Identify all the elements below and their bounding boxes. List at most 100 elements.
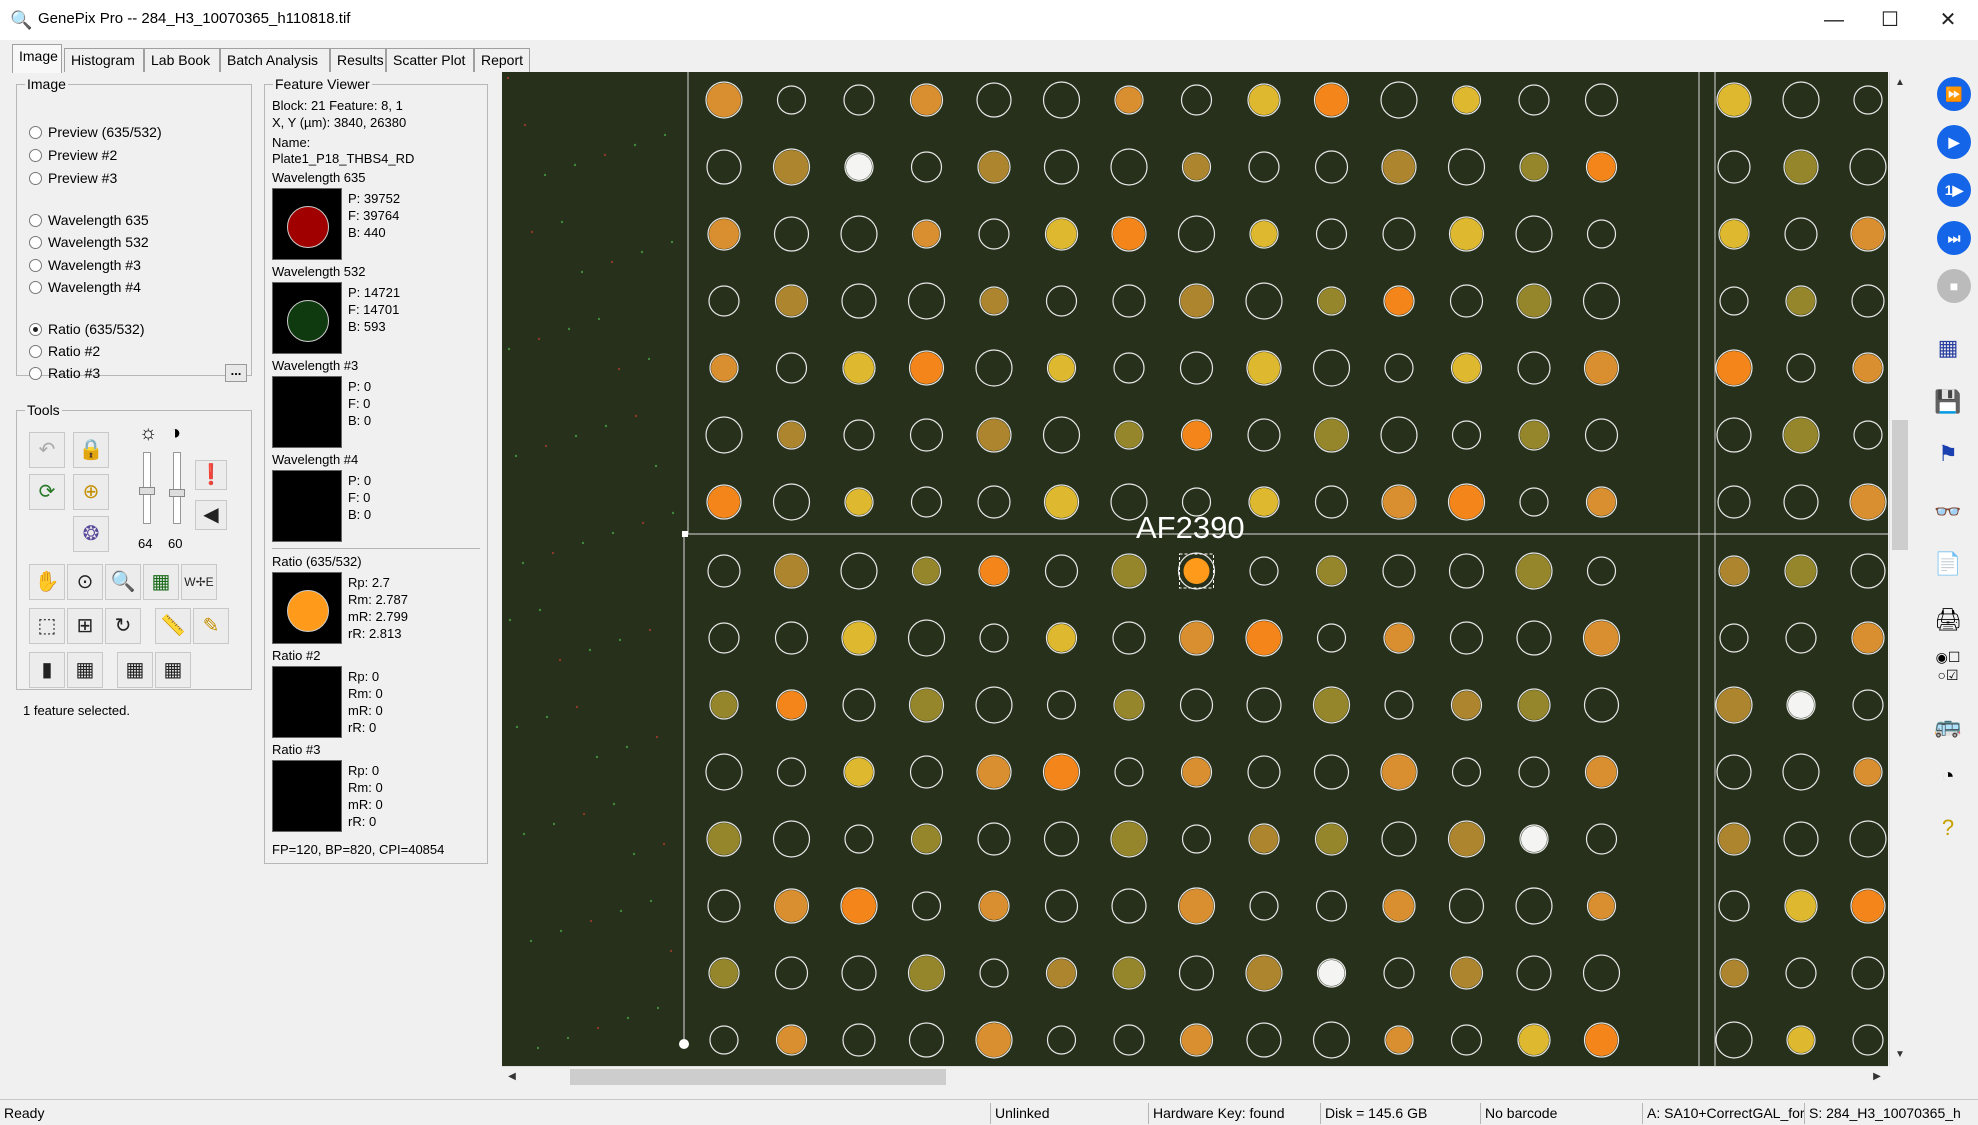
feature-indicator	[977, 822, 1011, 856]
hardware-icon[interactable]: 🚌	[1926, 704, 1970, 748]
radio-preview-2[interactable]: Preview #2	[29, 145, 117, 165]
speckle	[612, 802, 616, 806]
feature-indicator	[910, 151, 943, 183]
tab-results[interactable]: Results	[330, 48, 386, 72]
block-grid-add-icon[interactable]: ▦	[117, 652, 153, 688]
tab-histogram[interactable]: Histogram	[64, 48, 144, 72]
grid-calc-icon[interactable]: ▦	[143, 564, 179, 600]
vertical-scrollbar[interactable]: ▲ ▼	[1889, 72, 1909, 1066]
minimize-button[interactable]: —	[1806, 0, 1862, 40]
arrow-left-icon[interactable]: ◀	[195, 500, 227, 530]
rotate-icon[interactable]: ⟳	[29, 474, 65, 510]
tab-lab-book[interactable]: Lab Book	[144, 48, 220, 72]
hand-icon[interactable]: ✋	[29, 564, 65, 600]
status-link: Unlinked	[990, 1103, 1148, 1124]
feature-indicator	[1849, 148, 1887, 186]
tab-scatter-plot[interactable]: Scatter Plot	[386, 48, 474, 72]
block-grid-edit-icon[interactable]: ▦	[155, 652, 191, 688]
scroll-down-arrow[interactable]: ▼	[1891, 1046, 1909, 1064]
radio-preview-635-532[interactable]: Preview (635/532)	[29, 122, 162, 142]
rotate-select-icon[interactable]: ↻	[105, 608, 141, 644]
block-single-icon[interactable]: ▮	[29, 652, 65, 688]
radio-ratio-635-532[interactable]: Ratio (635/532)	[29, 319, 145, 339]
spot-grid[interactable]	[502, 72, 1888, 1066]
compass-icon[interactable]: W✢E	[181, 564, 217, 600]
lock-icon[interactable]: 🔒	[73, 432, 109, 468]
spot	[1047, 624, 1076, 652]
stop-icon[interactable]: ■	[1926, 264, 1971, 308]
speckle	[552, 822, 556, 826]
undo-icon[interactable]: ↶	[29, 432, 65, 468]
binoculars-icon[interactable]: 👓	[1926, 490, 1970, 534]
radio-wavelength-532[interactable]: Wavelength 532	[29, 232, 149, 252]
scroll-right-arrow[interactable]: ▶	[1868, 1068, 1886, 1086]
section-title: Wavelength 635	[272, 170, 366, 185]
gauge-icon[interactable]: ◔	[1926, 754, 1970, 798]
feature-indicator	[978, 218, 1010, 250]
magnifier-icon[interactable]: 🔍	[105, 564, 141, 600]
palette-icon[interactable]: ❂	[73, 516, 109, 552]
tab-image[interactable]: Image	[12, 44, 62, 73]
radio-ratio-2[interactable]: Ratio #2	[29, 341, 100, 361]
radio-preview-3[interactable]: Preview #3	[29, 168, 117, 188]
speckle	[582, 812, 586, 816]
spot	[1250, 825, 1278, 853]
speckle	[611, 531, 615, 535]
horizontal-scroll-thumb[interactable]	[570, 1069, 946, 1085]
radio-wavelength-635[interactable]: Wavelength 635	[29, 210, 149, 230]
brightness-slider[interactable]	[139, 452, 155, 524]
help-icon[interactable]: ?	[1926, 806, 1970, 850]
slider-knob[interactable]	[139, 487, 155, 495]
microarray-image[interactable]: AF2390	[502, 72, 1888, 1066]
horizontal-scrollbar[interactable]: ◀ ▶	[502, 1066, 1888, 1086]
spot	[1113, 555, 1145, 587]
select-pointer-icon[interactable]: ⬚	[29, 608, 65, 644]
radio-wavelength-3[interactable]: Wavelength #3	[29, 255, 141, 275]
tab-batch-analysis[interactable]: Batch Analysis	[220, 48, 330, 72]
radio-wavelength-4[interactable]: Wavelength #4	[29, 277, 141, 297]
pencil-icon[interactable]: ✎	[193, 608, 229, 644]
speckle	[595, 755, 599, 759]
spot	[710, 959, 738, 987]
speckle	[574, 434, 578, 438]
slider-knob[interactable]	[169, 489, 185, 497]
speckle	[538, 608, 542, 612]
radio-label: Preview #2	[48, 147, 118, 163]
scanner-icon[interactable]: 🖨	[1926, 598, 1970, 642]
close-button[interactable]: ✕	[1920, 0, 1976, 40]
exclamation-icon[interactable]: ❗	[195, 460, 227, 490]
play-icon[interactable]: ▶	[1926, 120, 1971, 164]
speckle	[632, 852, 636, 856]
tab-report[interactable]: Report	[474, 48, 530, 72]
section-title: Wavelength #4	[272, 452, 359, 467]
vertical-scroll-thumb[interactable]	[1892, 420, 1908, 550]
radio-check-icon[interactable]: ◉☐ ○☑	[1926, 648, 1970, 692]
scroll-left-arrow[interactable]: ◀	[503, 1068, 521, 1086]
spot	[1179, 889, 1214, 923]
scroll-up-arrow[interactable]: ▲	[1891, 74, 1909, 92]
radio-ratio-3[interactable]: Ratio #3	[29, 363, 100, 383]
fast-forward-icon[interactable]: ⏩	[1926, 72, 1971, 116]
feature-indicator	[910, 486, 943, 518]
step-icon[interactable]: 1▶	[1926, 168, 1971, 212]
right-toolbar: ⏩ ▶ 1▶ ⏭ ■ ▦ 💾 ⚑ 👓 📄 🖨 ◉☐ ○☑ 🚌 ◔ ?	[1918, 70, 1978, 1070]
feature-indicator	[1382, 554, 1416, 588]
play-glyph: ▶	[1937, 125, 1971, 159]
block-grid-icon[interactable]: ▦	[67, 652, 103, 688]
save-open-icon[interactable]: 💾	[1926, 380, 1970, 424]
feature-indicator	[1449, 284, 1484, 318]
contrast-slider[interactable]	[169, 452, 185, 524]
batch-play-icon[interactable]: ⏭	[1926, 216, 1971, 260]
maximize-button[interactable]: ☐	[1862, 0, 1918, 40]
report-pages-icon[interactable]: 📄	[1926, 542, 1970, 586]
zoom-target-icon[interactable]: ⊙	[67, 564, 103, 600]
radio-label: Wavelength 532	[48, 234, 149, 250]
grid-numbers-icon[interactable]: ▦	[1926, 326, 1970, 370]
feature-indicator	[1114, 757, 1144, 787]
feature-indicator	[1042, 81, 1081, 119]
flag-icon[interactable]: ⚑	[1926, 432, 1970, 476]
target-icon[interactable]: ⊕	[73, 474, 109, 510]
ruler-icon[interactable]: 📏	[155, 608, 191, 644]
more-options-button[interactable]: ...	[225, 364, 247, 382]
add-feature-icon[interactable]: ⊞	[67, 608, 103, 644]
